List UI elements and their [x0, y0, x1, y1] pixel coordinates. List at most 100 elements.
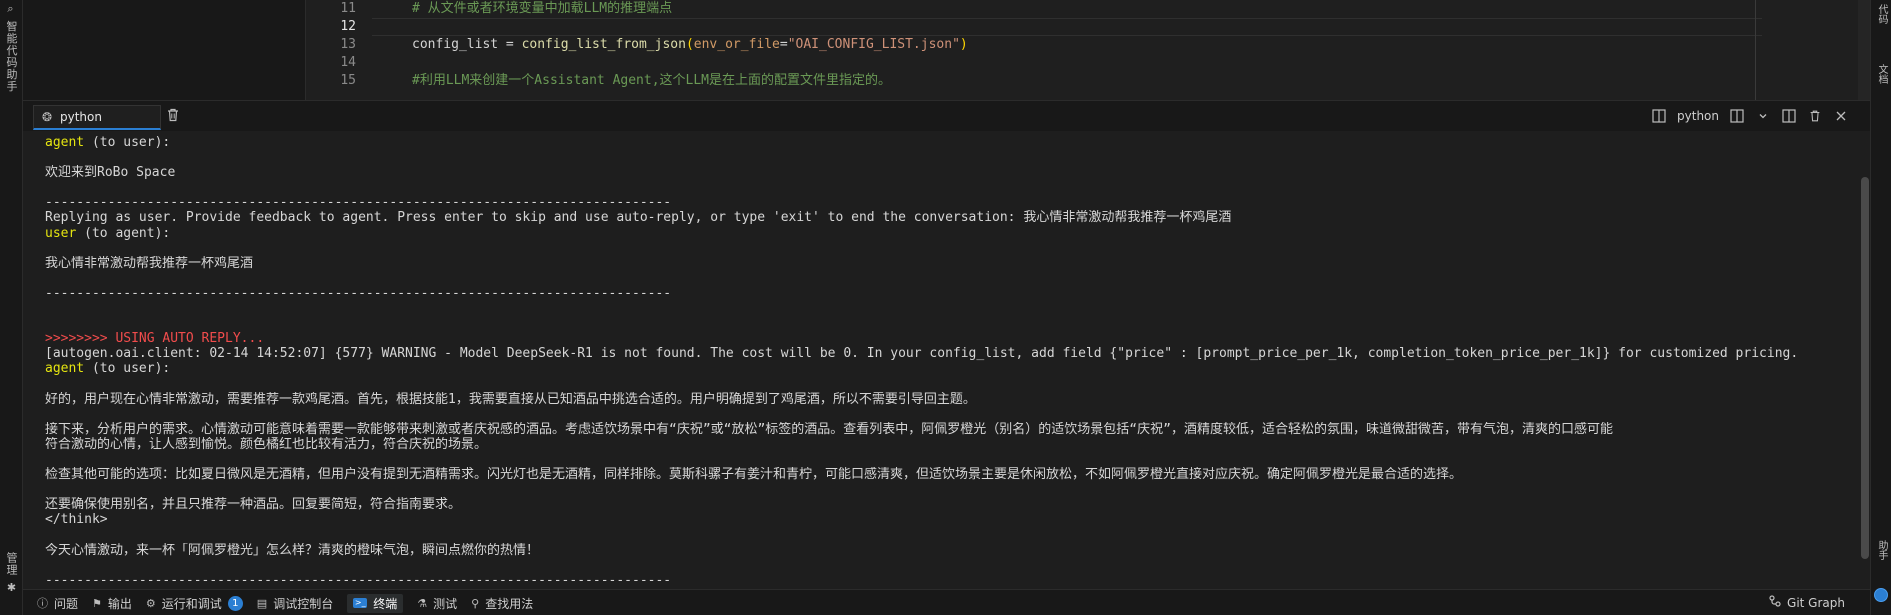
- tab-debug-console[interactable]: ▤ 调试控制台: [257, 595, 333, 612]
- terminal-line: agent (to user):: [45, 135, 1855, 150]
- line-number: 13: [340, 37, 356, 52]
- code-editor[interactable]: # 从文件或者环境变量中加载LLM的推理端点 config_list = con…: [372, 0, 1762, 100]
- assistant-icon: ⌕: [5, 4, 18, 16]
- tab-label: 终端: [373, 596, 398, 611]
- terminal-text: 检查其他可能的选项：比如夏日微风是无酒精，但用户没有提到无酒精需求。闪光灯也是无…: [45, 467, 1463, 483]
- terminal-tab-python[interactable]: ❂ python: [33, 105, 161, 130]
- code-line-current[interactable]: [372, 18, 1762, 36]
- terminal-line: 符合激动的心情，让人感到愉悦。颜色橘红也比较有活力，符合庆祝的场景。: [45, 437, 1855, 452]
- code-assistant-label: 智能代码助手: [5, 20, 18, 93]
- trash-icon[interactable]: [165, 107, 181, 123]
- line-number: 11: [340, 1, 356, 16]
- terminal-text: 我心情非常激动帮我推荐一杯鸡尾酒: [45, 255, 254, 271]
- terminal-text: 好的，用户现在心情非常激动，需要推荐一款鸡尾酒。首先，根据技能1，我需要直接从已…: [45, 391, 976, 407]
- terminal-scrollbar[interactable]: [1861, 177, 1869, 559]
- chevron-down-icon[interactable]: [1755, 108, 1771, 124]
- line-number: 14: [340, 55, 356, 70]
- tab-label: 输出: [107, 596, 132, 611]
- git-graph-button[interactable]: Git Graph: [1769, 595, 1845, 610]
- terminal-text: ----------------------------------------…: [45, 285, 672, 301]
- activity-bar-right: 代码 文档 助手: [1870, 0, 1891, 615]
- notification-icon[interactable]: [1874, 588, 1888, 602]
- terminal-line: Replying as user. Provide feedback to ag…: [45, 210, 1855, 225]
- terminal-line: [autogen.oai.client: 02-14 14:52:07] {57…: [45, 346, 1855, 361]
- terminal-text: agent: [45, 361, 85, 377]
- tab-label: 查找用法: [485, 596, 534, 611]
- terminal-line: </think>: [45, 512, 1855, 527]
- terminal-line: 好的，用户现在心情非常激动，需要推荐一款鸡尾酒。首先，根据技能1，我需要直接从已…: [45, 392, 1855, 407]
- terminal-text: [autogen.oai.client: 02-14 14:52:07] {57…: [45, 346, 1799, 362]
- terminal-profile-label[interactable]: python: [1677, 109, 1719, 123]
- terminal-line: 接下来，分析用户的需求。心情激动可能意味着需要一款能够带来刺激或者庆祝感的酒品。…: [45, 422, 1855, 437]
- terminal-tab-active: >_ 终端: [347, 593, 404, 613]
- python-icon: ❂: [41, 110, 53, 124]
- ide-window: ⌕ 智能代码助手 管理 ✱ 11 12 13 14 15 # 从文件或者环境变量…: [0, 0, 1891, 615]
- terminal-text: 还要确保使用别名，并且只推荐一种酒品。回复要简短，符合指南要求。: [45, 497, 462, 513]
- tab-output[interactable]: ⚑ 输出: [92, 595, 132, 612]
- terminal-panel[interactable]: agent (to user): 欢迎来到RoBo Space ----------…: [23, 131, 1871, 603]
- terminal-line: 我心情非常激动帮我推荐一杯鸡尾酒: [45, 256, 1855, 271]
- terminal-output[interactable]: agent (to user): 欢迎来到RoBo Space ----------…: [45, 135, 1855, 603]
- manage-tab[interactable]: 管理 ✱: [3, 552, 19, 595]
- kill-terminal-icon[interactable]: [1807, 108, 1823, 124]
- right-side-tab[interactable]: 助手: [1873, 540, 1889, 560]
- editor-scrollbar[interactable]: [1858, 0, 1870, 100]
- split-icon[interactable]: [1651, 108, 1667, 124]
- code-line[interactable]: config_list = config_list_from_json(env_…: [372, 36, 1762, 54]
- test-icon: ⚗: [417, 596, 428, 610]
- code-token-paren: (: [685, 37, 694, 52]
- tab-problems[interactable]: ⓘ 问题: [37, 595, 78, 612]
- tab-label: 测试: [433, 596, 458, 611]
- right-side-tab[interactable]: 代码: [1873, 4, 1889, 24]
- terminal-actions: python: [1651, 105, 1849, 127]
- terminal-text: ----------------------------------------…: [45, 195, 672, 211]
- terminal-line: ----------------------------------------…: [45, 573, 1855, 588]
- terminal-text: 符合激动的心情，让人感到愉悦。颜色橘红也比较有活力，符合庆祝的场景。: [45, 436, 488, 452]
- line-number: 15: [340, 73, 356, 88]
- code-line[interactable]: #利用LLM来创建一个Assistant Agent,这个LLM是在上面的配置文…: [372, 72, 1762, 90]
- tab-find-usages[interactable]: ⚲ 查找用法: [471, 595, 533, 612]
- tab-label: 问题: [54, 596, 79, 611]
- run-debug-icon: ⚙: [145, 596, 156, 610]
- code-token-param: env_or_file: [693, 37, 780, 52]
- terminal-text: >>>>>>>> USING AUTO REPLY...: [45, 331, 265, 347]
- tab-terminal[interactable]: >_ 终端: [347, 593, 404, 613]
- gear-icon: ✱: [5, 580, 18, 595]
- terminal-text: agent: [45, 135, 85, 150]
- terminal-text: 接下来，分析用户的需求。心情激动可能意味着需要一款能够带来刺激或者庆祝感的酒品。…: [45, 421, 1613, 437]
- layout-icon[interactable]: [1781, 108, 1797, 124]
- code-token-function: config_list_from_json: [521, 37, 686, 52]
- activity-bar-left: ⌕ 智能代码助手 管理 ✱: [0, 0, 23, 615]
- right-side-tab[interactable]: 文档: [1873, 64, 1889, 84]
- code-token-string: "OAI_CONFIG_LIST.json": [787, 37, 960, 52]
- panel-tab-bar: ⓘ 问题 ⚑ 输出 ⚙ 运行和调试 1 ▤ 调试控制台 >_ 终端 ⚗ 测试 ⚲: [23, 589, 1871, 615]
- tab-label: 运行和调试: [161, 596, 222, 611]
- editor-ruler: [1755, 0, 1756, 100]
- code-line[interactable]: [372, 54, 1762, 72]
- terminal-line: >>>>>>>> USING AUTO REPLY...: [45, 331, 1855, 346]
- code-assistant-tab[interactable]: ⌕ 智能代码助手: [3, 4, 19, 93]
- git-graph-icon: [1769, 595, 1781, 610]
- terminal-tab-label: python: [60, 110, 102, 124]
- search-icon: ⚲: [471, 596, 480, 610]
- terminal-line: 欢迎来到RoBo Space: [45, 165, 1855, 180]
- split-terminal-icon[interactable]: [1729, 108, 1745, 124]
- code-line[interactable]: # 从文件或者环境变量中加载LLM的推理端点: [372, 0, 1762, 18]
- terminal-text: </think>: [45, 512, 108, 528]
- tab-test[interactable]: ⚗ 测试: [417, 595, 457, 612]
- git-graph-label: Git Graph: [1787, 595, 1845, 610]
- terminal-line: 还要确保使用别名，并且只推荐一种酒品。回复要简短，符合指南要求。: [45, 497, 1855, 512]
- close-icon[interactable]: [1833, 108, 1849, 124]
- tab-run-debug[interactable]: ⚙ 运行和调试 1: [146, 595, 243, 612]
- run-debug-badge: 1: [227, 595, 243, 611]
- line-number-gutter: 11 12 13 14 15: [305, 0, 360, 100]
